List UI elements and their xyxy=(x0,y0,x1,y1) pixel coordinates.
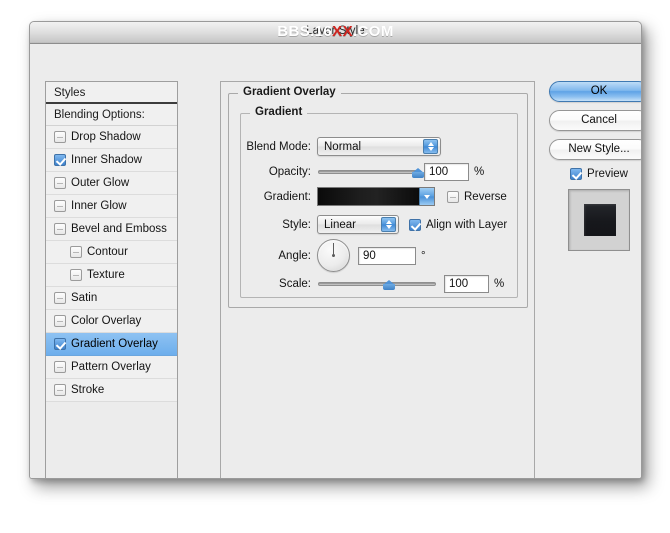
style-checkbox-gradient-overlay[interactable] xyxy=(54,338,66,350)
style-checkbox-pattern-overlay[interactable] xyxy=(54,361,66,373)
scale-slider[interactable] xyxy=(318,277,436,291)
scale-slider-track xyxy=(318,282,436,286)
style-checkbox-outer-glow[interactable] xyxy=(54,177,66,189)
style-row-texture[interactable]: Texture xyxy=(46,264,177,287)
gradient-preview-swatch[interactable] xyxy=(318,188,419,205)
style-row-label: Texture xyxy=(87,268,125,281)
angle-dial-hub xyxy=(332,254,335,257)
style-row-satin[interactable]: Satin xyxy=(46,287,177,310)
cancel-button[interactable]: Cancel xyxy=(549,110,641,131)
reverse-label: Reverse xyxy=(464,190,507,203)
style-row-outer-glow[interactable]: Outer Glow xyxy=(46,172,177,195)
dialog-buttons: OK Cancel New Style... Preview xyxy=(549,81,641,251)
style-checkbox-inner-shadow[interactable] xyxy=(54,154,66,166)
style-row-label: Bevel and Emboss xyxy=(71,222,167,235)
style-row-inner-glow[interactable]: Inner Glow xyxy=(46,195,177,218)
style-row-contour[interactable]: Contour xyxy=(46,241,177,264)
gradient-style-select[interactable]: Linear xyxy=(317,215,399,234)
gradient-label: Gradient: xyxy=(263,190,311,203)
angle-input[interactable] xyxy=(358,246,416,265)
style-row: Style: Linear Align with Layer xyxy=(241,215,517,234)
preview-row: Preview xyxy=(549,168,641,180)
style-row-label: Satin xyxy=(71,291,98,304)
scale-input[interactable] xyxy=(444,275,489,293)
style-checkbox-bevel-and-emboss[interactable] xyxy=(54,223,66,235)
gradient-group-title: Gradient xyxy=(250,106,308,118)
gradient-picker[interactable] xyxy=(317,187,435,206)
style-checkbox-satin[interactable] xyxy=(54,292,66,304)
style-row-color-overlay[interactable]: Color Overlay xyxy=(46,310,177,333)
screen: Layer Style BBS.16XX.COM Styles Blending… xyxy=(0,0,670,533)
style-checkbox-color-overlay[interactable] xyxy=(54,315,66,327)
chevron-updown-icon[interactable] xyxy=(423,139,438,154)
styles-list-panel: Styles Blending Options: Default Drop Sh… xyxy=(45,81,178,478)
new-style-button[interactable]: New Style... xyxy=(549,139,641,160)
style-checkbox-inner-glow[interactable] xyxy=(54,200,66,212)
gradient-row: Gradient: Reverse xyxy=(241,187,517,206)
dialog-title: Layer Style xyxy=(306,25,365,37)
gradient-group: Gradient Blend Mode: Normal Opacity: 100… xyxy=(240,106,518,298)
scale-slider-knob[interactable] xyxy=(382,277,396,290)
opacity-input[interactable] xyxy=(424,163,469,181)
gradient-overlay-group: Gradient Overlay Gradient Blend Mode: No… xyxy=(228,86,528,308)
scale-row: Scale: % xyxy=(241,275,517,293)
style-row-bevel-and-emboss[interactable]: Bevel and Emboss xyxy=(46,218,177,241)
align-with-layer-checkbox[interactable] xyxy=(409,218,421,231)
preview-checkbox[interactable] xyxy=(570,168,583,180)
style-row-label: Gradient Overlay xyxy=(71,337,158,350)
opacity-slider-track xyxy=(318,170,418,174)
opacity-label: Opacity: xyxy=(268,166,311,178)
style-row-label: Stroke xyxy=(71,383,105,396)
style-row-drop-shadow[interactable]: Drop Shadow xyxy=(46,126,177,149)
styles-header: Styles xyxy=(46,82,177,104)
style-row-label: Inner Glow xyxy=(71,199,127,212)
style-label: Style: xyxy=(282,218,311,231)
opacity-unit: % xyxy=(474,166,485,178)
reverse-checkbox[interactable] xyxy=(447,190,459,203)
style-checkbox-stroke[interactable] xyxy=(54,384,66,396)
style-row-inner-shadow[interactable]: Inner Shadow xyxy=(46,149,177,172)
angle-dial[interactable] xyxy=(317,239,350,272)
blend-mode-select[interactable]: Normal xyxy=(317,137,441,156)
angle-row: Angle: ° xyxy=(241,239,517,272)
angle-label: Angle: xyxy=(278,249,311,262)
style-row-pattern-overlay[interactable]: Pattern Overlay xyxy=(46,356,177,379)
style-row-label: Pattern Overlay xyxy=(71,360,151,373)
preview-label: Preview xyxy=(587,168,628,180)
style-row-stroke[interactable]: Stroke xyxy=(46,379,177,402)
blend-mode-label: Blend Mode: xyxy=(246,140,311,153)
style-checkbox-texture[interactable] xyxy=(70,269,82,281)
gradient-overlay-panel: Gradient Overlay Gradient Blend Mode: No… xyxy=(220,81,535,478)
gradient-overlay-group-title: Gradient Overlay xyxy=(238,86,341,98)
style-row-label: Contour xyxy=(87,245,128,258)
chevron-updown-icon[interactable] xyxy=(381,217,396,232)
gradient-style-value: Linear xyxy=(324,218,356,231)
scale-label: Scale: xyxy=(279,278,311,290)
align-with-layer-label: Align with Layer xyxy=(426,218,508,231)
style-row-label: Inner Shadow xyxy=(71,153,142,166)
blending-options-row[interactable]: Blending Options: Default xyxy=(46,104,177,143)
dialog-body: Styles Blending Options: Default Drop Sh… xyxy=(30,44,641,478)
style-effect-rows: Drop Shadow Inner Shadow Outer Glow Inner G… xyxy=(46,126,177,402)
style-checkbox-drop-shadow[interactable] xyxy=(54,131,66,143)
style-row-label: Outer Glow xyxy=(71,176,130,189)
preview-thumbnail-shape xyxy=(584,204,616,236)
style-row-label: Color Overlay xyxy=(71,314,142,327)
ok-button[interactable]: OK xyxy=(549,81,641,102)
preview-thumbnail xyxy=(568,189,630,251)
scale-unit: % xyxy=(494,278,505,290)
opacity-row: Opacity: % xyxy=(241,163,517,181)
blend-mode-value: Normal xyxy=(324,140,362,153)
blend-mode-row: Blend Mode: Normal xyxy=(241,137,517,156)
dialog-titlebar[interactable]: Layer Style BBS.16XX.COM xyxy=(30,22,641,44)
opacity-slider[interactable] xyxy=(318,165,424,179)
angle-unit: ° xyxy=(421,249,426,262)
style-row-gradient-overlay[interactable]: Gradient Overlay xyxy=(46,333,177,356)
opacity-slider-knob[interactable] xyxy=(412,165,425,178)
styles-list-empty-area xyxy=(46,402,177,478)
gradient-preset-dropdown-icon[interactable] xyxy=(419,188,434,205)
style-checkbox-contour[interactable] xyxy=(70,246,82,258)
style-row-label: Drop Shadow xyxy=(71,130,141,143)
layer-style-dialog: Layer Style BBS.16XX.COM Styles Blending… xyxy=(29,21,642,479)
